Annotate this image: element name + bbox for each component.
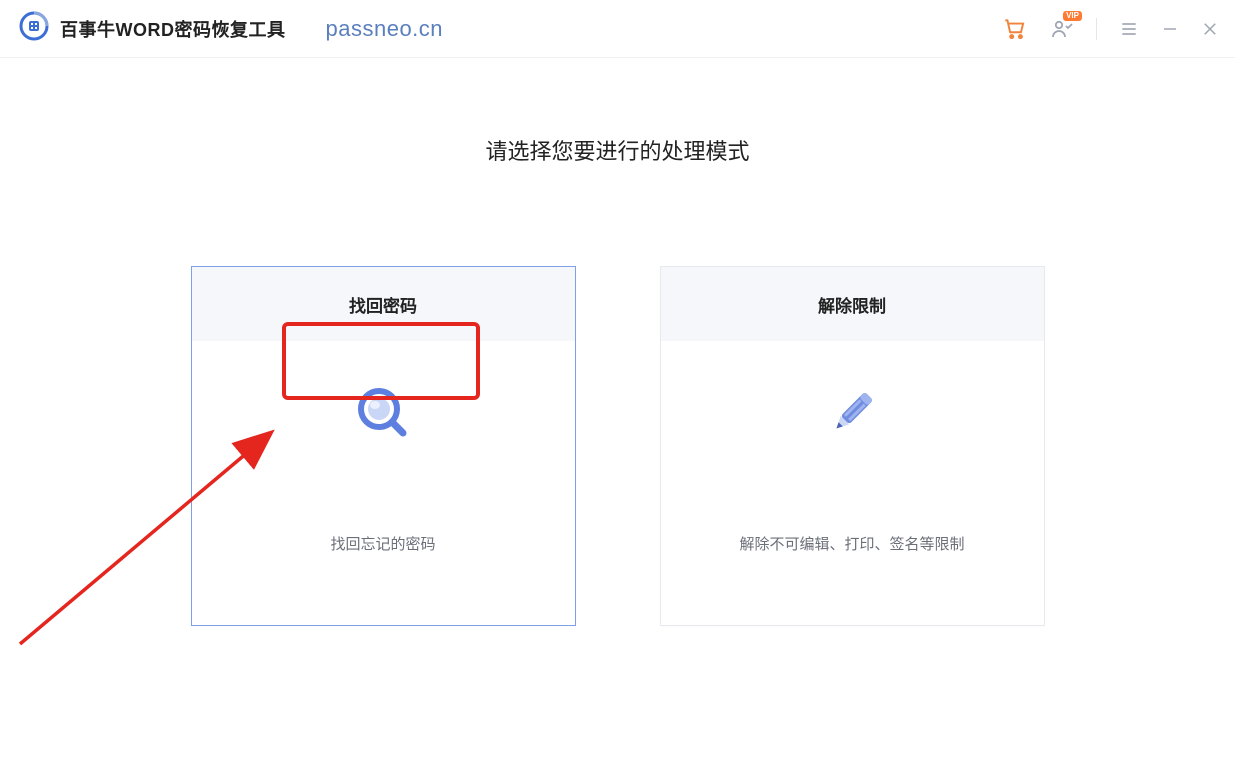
magnifier-icon	[353, 383, 413, 443]
vip-badge: VIP	[1063, 11, 1082, 21]
card-body: 找回忘记的密码	[192, 341, 575, 625]
app-logo-icon	[18, 10, 50, 47]
close-icon[interactable]	[1201, 20, 1219, 38]
mode-cards: 找回密码 找回忘记的密码 解除限制	[0, 266, 1235, 626]
prompt-text: 请选择您要进行的处理模式	[0, 134, 1235, 166]
card-recover-password[interactable]: 找回密码 找回忘记的密码	[191, 266, 576, 626]
watermark-text: passneo.cn	[326, 16, 444, 42]
card-title: 找回密码	[192, 267, 575, 341]
separator	[1096, 18, 1097, 40]
user-icon[interactable]: VIP	[1050, 17, 1074, 41]
app-header: 百事牛WORD密码恢复工具 passneo.cn VIP	[0, 0, 1235, 58]
card-title: 解除限制	[661, 267, 1044, 341]
card-remove-restriction[interactable]: 解除限制 解除不可编辑、打印、签名等限制	[660, 266, 1045, 626]
minimize-icon[interactable]	[1161, 20, 1179, 38]
card-desc: 解除不可编辑、打印、签名等限制	[739, 533, 964, 554]
app-logo-title: 百事牛WORD密码恢复工具	[18, 10, 286, 47]
main-area: 请选择您要进行的处理模式 找回密码 找回忘记的密码 解除限制	[0, 134, 1235, 783]
cart-icon[interactable]	[1002, 16, 1028, 42]
app-title: 百事牛WORD密码恢复工具	[60, 16, 286, 42]
pencil-icon	[822, 383, 882, 443]
card-body: 解除不可编辑、打印、签名等限制	[661, 341, 1044, 625]
menu-icon[interactable]	[1119, 19, 1139, 39]
header-controls: VIP	[1002, 0, 1219, 58]
card-desc: 找回忘记的密码	[330, 533, 435, 554]
